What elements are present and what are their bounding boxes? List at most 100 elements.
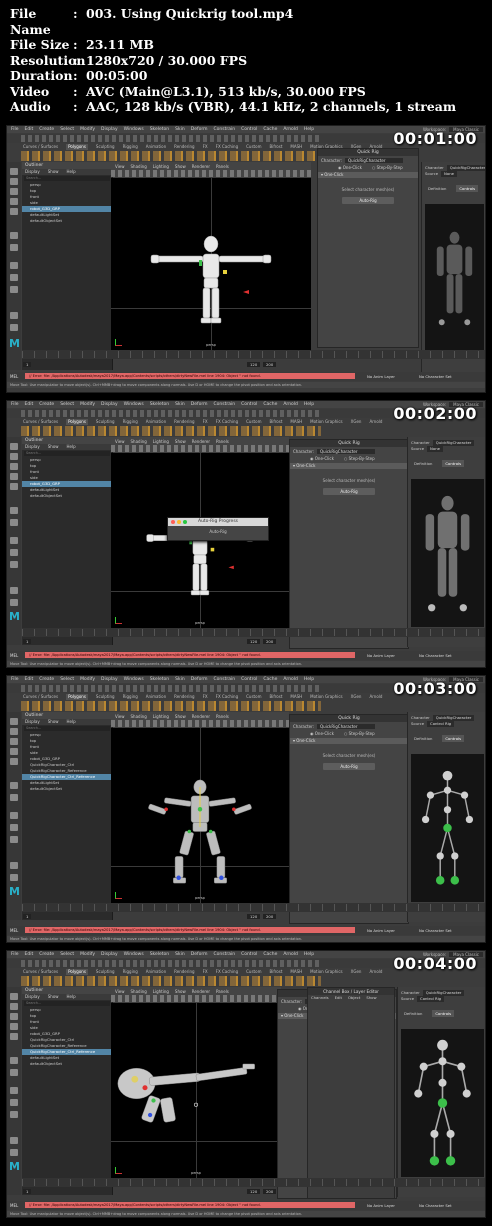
playback-end-field[interactable]: 200	[263, 639, 277, 644]
tool-icon[interactable]	[10, 1149, 18, 1156]
shelf-tab[interactable]: Sculpting	[96, 969, 115, 975]
shelf-tab[interactable]: MASH	[290, 144, 302, 150]
viewport-menu-item[interactable]: View	[115, 164, 125, 169]
menu-file[interactable]: File	[11, 952, 19, 957]
menu-skin[interactable]: Skin	[175, 677, 185, 682]
viewport-menu-item[interactable]: Panels	[216, 989, 229, 994]
tool-icon[interactable]	[10, 274, 18, 281]
menu-display[interactable]: Display	[101, 402, 118, 407]
viewport-menu-item[interactable]: Shading	[131, 714, 147, 719]
status-icons[interactable]	[21, 410, 321, 417]
shelf-tab[interactable]: Animation	[146, 694, 166, 700]
shelf-tab[interactable]: MASH	[290, 694, 302, 700]
tool-icon[interactable]	[10, 549, 18, 556]
one-click-radio[interactable]: ◉ One-Click	[310, 731, 334, 736]
tool-icon[interactable]	[10, 519, 18, 526]
viewport-menu-item[interactable]: Shading	[131, 439, 147, 444]
menu-skin[interactable]: Skin	[175, 952, 185, 957]
shelf-tab[interactable]: Bifrost	[269, 969, 282, 975]
tool-icon[interactable]	[10, 324, 18, 331]
character-set-dropdown[interactable]: No Character Set	[419, 1203, 452, 1208]
shelf-tab[interactable]: Motion Graphics	[310, 419, 343, 425]
tool-icon[interactable]	[10, 728, 18, 735]
shelf-tab[interactable]: Rigging	[123, 694, 138, 700]
tool-icon[interactable]	[10, 537, 18, 544]
range-end-field[interactable]: 120	[247, 639, 261, 644]
shelf-tab[interactable]: Curves / Surfaces	[23, 969, 58, 975]
robot-character[interactable]	[111, 196, 311, 350]
menu-windows[interactable]: Windows	[124, 677, 144, 682]
tool-icon[interactable]	[10, 507, 18, 514]
tab-controls[interactable]: Controls	[456, 185, 479, 192]
one-click-radio[interactable]: ◉ One-Click	[310, 456, 334, 461]
hik-canvas[interactable]	[411, 479, 484, 627]
tool-icon[interactable]	[10, 718, 18, 725]
one-click-section[interactable]: ▾ One-Click	[318, 172, 418, 178]
shelf-tab[interactable]: FX	[203, 144, 208, 150]
viewport-menu-item[interactable]: View	[115, 439, 125, 444]
tool-icon[interactable]	[10, 993, 18, 1000]
time-slider[interactable]	[22, 350, 485, 359]
menu-edit[interactable]: Edit	[25, 127, 34, 132]
tool-icon[interactable]	[10, 862, 18, 869]
tool-icon[interactable]	[10, 1087, 18, 1094]
tool-icon[interactable]	[10, 812, 18, 819]
outliner-menu-item[interactable]: Display	[25, 444, 40, 449]
playback-end-field[interactable]: 200	[263, 362, 277, 367]
shelf-tab[interactable]: Custom	[246, 144, 261, 150]
shelf-tab[interactable]: Sculpting	[96, 694, 115, 700]
shelf-tab[interactable]: XGen	[351, 969, 362, 975]
one-click-radio[interactable]: ◉ One-Click	[338, 165, 362, 170]
tool-icon[interactable]	[10, 1137, 18, 1144]
tool-icon[interactable]	[10, 587, 18, 594]
range-end-field[interactable]: 120	[247, 1189, 261, 1194]
outliner-search-input[interactable]: Search...	[24, 451, 110, 456]
outliner-menu-item[interactable]: Help	[67, 169, 76, 174]
auto-rig-button[interactable]: Auto-Rig	[342, 197, 394, 204]
status-icons[interactable]	[21, 135, 321, 142]
menu-deform[interactable]: Deform	[191, 677, 208, 682]
shelf-tab[interactable]: FX	[203, 969, 208, 975]
menu-help[interactable]: Help	[304, 677, 314, 682]
tab-controls[interactable]: Controls	[442, 735, 465, 742]
shelf-tab[interactable]: Custom	[246, 694, 261, 700]
viewport-menu-item[interactable]: Show	[175, 989, 186, 994]
menu-windows[interactable]: Windows	[124, 402, 144, 407]
menu-help[interactable]: Help	[304, 127, 314, 132]
tool-icon[interactable]	[10, 463, 18, 470]
tool-icon[interactable]	[10, 262, 18, 269]
outliner-item[interactable]: defaultObjectSet	[22, 493, 112, 499]
robot-character[interactable]	[111, 1013, 281, 1178]
shelf-tab[interactable]: Curves / Surfaces	[23, 144, 58, 150]
outliner-menu-item[interactable]: Help	[67, 994, 76, 999]
anim-layer-dropdown[interactable]: No Anim Layer	[367, 928, 395, 933]
menu-display[interactable]: Display	[101, 677, 118, 682]
shelf-icons[interactable]	[21, 426, 321, 436]
outliner-menu-item[interactable]: Help	[67, 444, 76, 449]
tool-icon[interactable]	[10, 198, 18, 205]
tab-definition[interactable]: Definition	[414, 735, 432, 742]
shelf-tab[interactable]: Rendering	[174, 694, 194, 700]
status-icons[interactable]	[21, 960, 321, 967]
mel-label[interactable]: MEL	[10, 374, 18, 379]
shelf-tab[interactable]: Bifrost	[269, 694, 282, 700]
menu-control[interactable]: Control	[241, 127, 257, 132]
viewport-menu-item[interactable]: Lighting	[153, 714, 169, 719]
menu-select[interactable]: Select	[60, 677, 74, 682]
tool-icon[interactable]	[10, 244, 18, 251]
menu-skeleton[interactable]: Skeleton	[150, 952, 169, 957]
menu-create[interactable]: Create	[39, 127, 54, 132]
mel-label[interactable]: MEL	[10, 1203, 18, 1208]
tool-icon[interactable]	[10, 758, 18, 765]
viewport-menu-item[interactable]: Show	[175, 164, 186, 169]
shelf-tab[interactable]: Rendering	[174, 144, 194, 150]
menu-skeleton[interactable]: Skeleton	[150, 402, 169, 407]
shelf-tab[interactable]: MASH	[290, 419, 302, 425]
outliner-menu-item[interactable]: Help	[67, 719, 76, 724]
viewport-menu-item[interactable]: Shading	[131, 989, 147, 994]
tool-icon[interactable]	[10, 836, 18, 843]
shelf-tab[interactable]: Arnold	[369, 694, 382, 700]
menu-deform[interactable]: Deform	[191, 402, 208, 407]
outliner-menu-item[interactable]: Show	[48, 169, 59, 174]
viewport-menu-item[interactable]: Show	[175, 714, 186, 719]
